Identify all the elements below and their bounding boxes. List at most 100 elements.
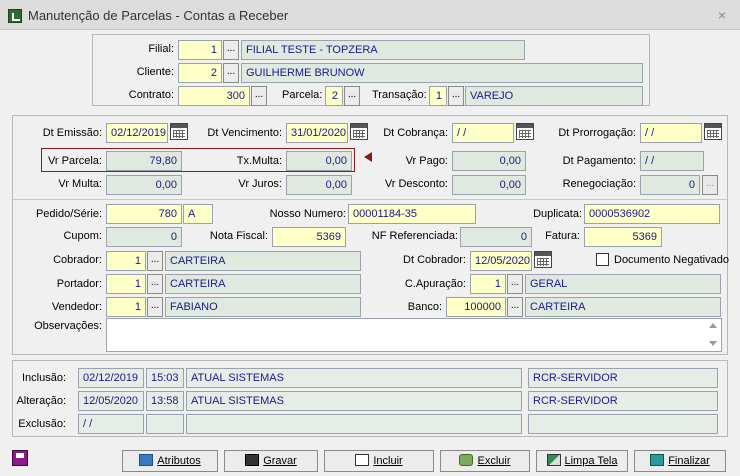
pedido-serie-label: Pedido/Série: xyxy=(35,208,102,220)
dt-prorrogacao-label: Dt Prorrogação: xyxy=(558,127,636,139)
nota-fiscal-field[interactable]: 5369 xyxy=(272,227,346,247)
parcela-lookup-button[interactable]: ... xyxy=(344,86,360,106)
section-divider xyxy=(13,199,727,200)
nosso-numero-field[interactable]: 00001184-35 xyxy=(348,204,476,224)
dt-cobranca-field[interactable]: / / xyxy=(452,123,514,143)
limpa-tela-label: Limpa Tela xyxy=(564,455,618,467)
fatura-label: Fatura: xyxy=(545,230,580,242)
cobrador-code-field[interactable]: 1 xyxy=(106,251,146,271)
observacoes-textarea[interactable] xyxy=(106,318,722,352)
renegociacao-label: Renegociação: xyxy=(562,178,636,190)
incluir-button[interactable]: Incluir xyxy=(324,450,434,472)
scroll-up-icon[interactable] xyxy=(709,323,717,328)
vr-parcela-label: Vr Parcela: xyxy=(47,155,102,167)
save-icon xyxy=(245,454,260,466)
vendedor-code-field[interactable]: 1 xyxy=(106,297,146,317)
filial-lookup-button[interactable]: ... xyxy=(223,40,239,60)
alteracao-user-field: ATUAL SISTEMAS xyxy=(186,391,522,411)
portador-code-field[interactable]: 1 xyxy=(106,274,146,294)
contrato-lookup-button[interactable]: ... xyxy=(251,86,267,106)
parcela-field[interactable]: 2 xyxy=(325,86,343,106)
cliente-name-field: GUILHERME BRUNOW xyxy=(241,63,643,83)
vendedor-name-field: FABIANO xyxy=(165,297,361,317)
dt-pagamento-field: / / xyxy=(640,151,704,171)
fatura-field[interactable]: 5369 xyxy=(584,227,662,247)
exclusao-date-field: / / xyxy=(78,414,144,434)
renegociacao-lookup-button[interactable]: ... xyxy=(702,175,718,195)
vr-pago-field: 0,00 xyxy=(452,151,526,171)
filial-name-field: FILIAL TESTE - TOPZERA xyxy=(241,40,525,60)
transacao-label: Transação: xyxy=(372,89,427,101)
cupom-field: 0 xyxy=(106,227,182,247)
dt-vencimento-field[interactable]: 31/01/2020 xyxy=(286,123,348,143)
apuracao-label: C.Apuração: xyxy=(404,278,466,290)
banco-code-field[interactable]: 100000 xyxy=(446,297,506,317)
vr-multa-label: Vr Multa: xyxy=(58,178,102,190)
finalizar-button[interactable]: Finalizar xyxy=(634,450,726,472)
dt-vencimento-calendar-icon[interactable] xyxy=(350,123,368,140)
portador-lookup-button[interactable]: ... xyxy=(147,274,163,294)
dt-cobranca-calendar-icon[interactable] xyxy=(516,123,534,140)
alteracao-date-field: 12/05/2020 xyxy=(78,391,144,411)
dt-cobrador-field[interactable]: 12/05/2020 xyxy=(470,251,532,271)
cobrador-lookup-button[interactable]: ... xyxy=(147,251,163,271)
vr-juros-label: Vr Juros: xyxy=(238,178,282,190)
vr-multa-field: 0,00 xyxy=(106,175,182,195)
parcela-label: Parcela: xyxy=(282,89,323,101)
banco-lookup-button[interactable]: ... xyxy=(507,297,523,317)
serie-field[interactable]: A xyxy=(183,204,213,224)
vr-parcela-field: 79,80 xyxy=(106,151,182,171)
apuracao-code-field[interactable]: 1 xyxy=(470,274,506,294)
scroll-down-icon[interactable] xyxy=(709,341,717,346)
close-icon[interactable]: × xyxy=(712,6,732,24)
cliente-code-field[interactable]: 2 xyxy=(178,63,222,83)
dt-cobrador-calendar-icon[interactable] xyxy=(534,251,552,268)
vendedor-label: Vendedor: xyxy=(51,301,102,313)
cliente-lookup-button[interactable]: ... xyxy=(223,63,239,83)
cobrador-label: Cobrador: xyxy=(53,254,102,266)
incluir-label: Incluir xyxy=(373,455,403,467)
nf-referenciada-field: 0 xyxy=(460,227,532,247)
pedido-field[interactable]: 780 xyxy=(106,204,182,224)
attributes-icon xyxy=(139,454,154,466)
renegociacao-field: 0 xyxy=(640,175,700,195)
cobrador-name-field: CARTEIRA xyxy=(165,251,361,271)
filial-code-field[interactable]: 1 xyxy=(178,40,222,60)
transacao-code-field[interactable]: 1 xyxy=(429,86,447,106)
gravar-button[interactable]: Gravar xyxy=(224,450,318,472)
documento-negativado-label: Documento Negativado xyxy=(614,254,729,266)
apuracao-name-field: GERAL xyxy=(525,274,721,294)
window-title-bar: Manutenção de Parcelas - Contas a Recebe… xyxy=(0,0,740,30)
dt-prorrogacao-field[interactable]: / / xyxy=(640,123,702,143)
arrow-left-icon xyxy=(364,152,372,162)
cupom-label: Cupom: xyxy=(63,230,102,242)
dt-emissao-field[interactable]: 02/12/2019 xyxy=(106,123,168,143)
dt-prorrogacao-calendar-icon[interactable] xyxy=(704,123,722,140)
vr-pago-label: Vr Pago: xyxy=(405,155,448,167)
dt-emissao-calendar-icon[interactable] xyxy=(170,123,188,140)
vr-desconto-label: Vr Desconto: xyxy=(384,178,448,190)
limpa-tela-button[interactable]: Limpa Tela xyxy=(536,450,628,472)
banco-name-field: CARTEIRA xyxy=(525,297,721,317)
inclusao-user-field: ATUAL SISTEMAS xyxy=(186,368,522,388)
inclusao-label: Inclusão: xyxy=(21,372,66,384)
finalizar-label: Finalizar xyxy=(668,455,710,467)
apuracao-lookup-button[interactable]: ... xyxy=(507,274,523,294)
vendedor-lookup-button[interactable]: ... xyxy=(147,297,163,317)
atributos-button[interactable]: Atributos xyxy=(122,450,218,472)
nf-referenciada-label: NF Referenciada: xyxy=(371,230,458,242)
alteracao-label: Alteração: xyxy=(16,395,66,407)
save-state-icon xyxy=(12,450,28,466)
contrato-field[interactable]: 300 xyxy=(178,86,250,106)
new-document-icon xyxy=(355,454,370,466)
documento-negativado-checkbox[interactable] xyxy=(596,253,609,266)
tx-multa-label: Tx.Multa: xyxy=(236,155,282,167)
exclusao-time-field xyxy=(146,414,184,434)
window-title: Manutenção de Parcelas - Contas a Recebe… xyxy=(28,8,289,23)
duplicata-label: Duplicata: xyxy=(533,208,582,220)
observacoes-label: Observações: xyxy=(34,320,102,332)
duplicata-field[interactable]: 0000536902 xyxy=(584,204,720,224)
transacao-lookup-button[interactable]: ... xyxy=(448,86,464,106)
excluir-button[interactable]: Excluir xyxy=(440,450,530,472)
vr-desconto-field: 0,00 xyxy=(452,175,526,195)
